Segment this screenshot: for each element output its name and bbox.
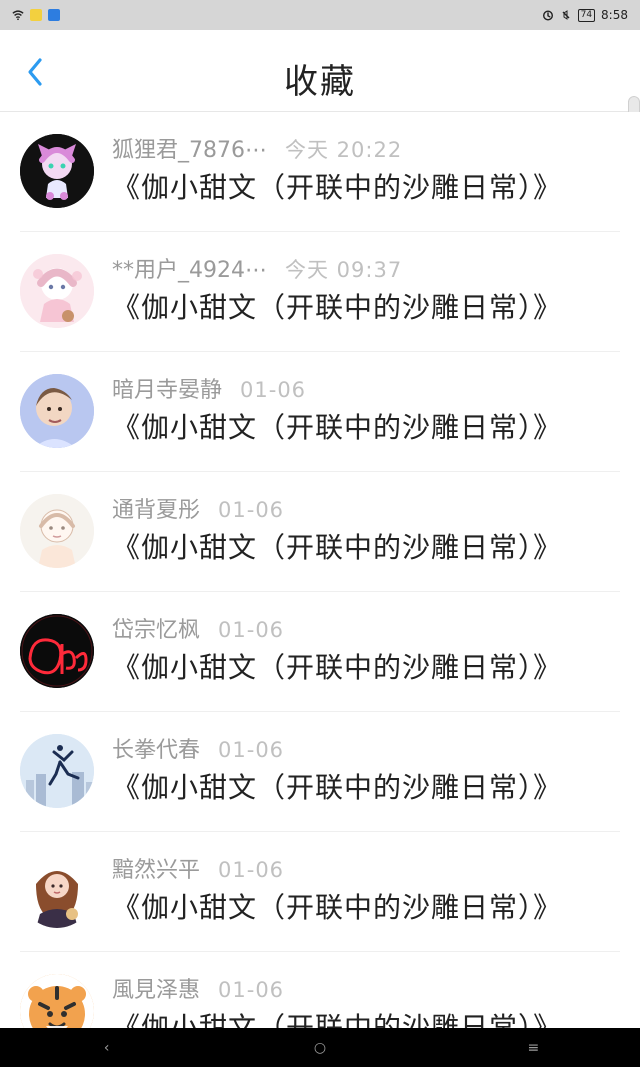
nav-home-icon: ○ <box>313 1039 327 1056</box>
favorites-list: 狐狸君_7876⋯ 今天 20:22 《伽小甜文（开联中的沙雕日常）》 **用户… <box>0 112 640 1028</box>
status-right-icons: 74 8:58 <box>542 8 628 22</box>
timestamp: 今天 09:37 <box>285 258 403 282</box>
item-title[interactable]: 《伽小甜文（开联中的沙雕日常）》 <box>112 886 620 926</box>
item-title[interactable]: 《伽小甜文（开联中的沙雕日常）》 <box>112 526 620 566</box>
item-meta: **用户_4924⋯ 今天 09:37 <box>112 252 620 284</box>
item-title[interactable]: 《伽小甜文（开联中的沙雕日常）》 <box>112 286 620 326</box>
status-bar: 74 8:58 <box>0 0 640 30</box>
item-meta: 黯然兴平 01-06 <box>112 852 620 884</box>
timestamp: 01-06 <box>218 498 285 522</box>
item-title[interactable]: 《伽小甜文（开联中的沙雕日常）》 <box>112 646 620 686</box>
status-left-icons <box>12 9 60 21</box>
username[interactable]: 岱宗忆枫 <box>112 612 200 644</box>
nav-recents-icon: ≡ <box>527 1039 540 1056</box>
tiger-avatar <box>20 974 94 1028</box>
username[interactable]: 風見泽惠 <box>112 972 200 1004</box>
page-title: 收藏 <box>284 62 356 102</box>
timestamp: 01-06 <box>218 738 285 762</box>
avatar[interactable] <box>20 614 94 688</box>
cartoon-girl-brown-hair-avatar <box>20 854 94 928</box>
item-meta: 长拳代春 01-06 <box>112 732 620 764</box>
avatar[interactable] <box>20 854 94 928</box>
status-time: 8:58 <box>601 8 628 22</box>
battery-indicator: 74 <box>577 8 596 22</box>
list-item[interactable]: 黯然兴平 01-06 《伽小甜文（开联中的沙雕日常）》 <box>0 832 640 952</box>
username[interactable]: **用户_4924⋯ <box>112 252 267 284</box>
avatar[interactable] <box>20 254 94 328</box>
username[interactable]: 暗月寺晏静 <box>112 372 222 404</box>
mute-icon <box>560 9 572 21</box>
list-item[interactable]: 长拳代春 01-06 《伽小甜文（开联中的沙雕日常）》 <box>0 712 640 832</box>
nav-home-button[interactable]: ○ <box>270 1040 370 1056</box>
list-item[interactable]: 岱宗忆枫 01-06 《伽小甜文（开联中的沙雕日常）》 <box>0 592 640 712</box>
username[interactable]: 长拳代春 <box>112 732 200 764</box>
item-meta: 通背夏彤 01-06 <box>112 492 620 524</box>
timestamp: 01-06 <box>218 858 285 882</box>
avatar[interactable] <box>20 734 94 808</box>
jumping-person-city-avatar <box>20 734 94 808</box>
list-item[interactable]: 暗月寺晏静 01-06 《伽小甜文（开联中的沙雕日常）》 <box>0 352 640 472</box>
username[interactable]: 黯然兴平 <box>112 852 200 884</box>
nav-back-button[interactable]: ‹ <box>57 1040 157 1056</box>
avatar[interactable] <box>20 494 94 568</box>
timestamp: 今天 20:22 <box>285 138 403 162</box>
item-title[interactable]: 《伽小甜文（开联中的沙雕日常）》 <box>112 166 620 206</box>
header: 收藏 <box>0 30 640 112</box>
item-title[interactable]: 《伽小甜文（开联中的沙雕日常）》 <box>112 406 620 446</box>
item-meta: 暗月寺晏静 01-06 <box>112 372 620 404</box>
item-title[interactable]: 《伽小甜文（开联中的沙雕日常）》 <box>112 766 620 806</box>
anime-girl-pastel-avatar <box>20 254 94 328</box>
item-meta: 風見泽惠 01-06 <box>112 972 620 1004</box>
neon-open-sign-avatar <box>20 614 94 688</box>
timestamp: 01-06 <box>240 378 307 402</box>
nav-recents-button[interactable]: ≡ <box>483 1040 583 1056</box>
item-title[interactable]: 《伽小甜文（开联中的沙雕日常）》 <box>112 1006 620 1028</box>
sketch-girl-avatar <box>20 494 94 568</box>
notification-app-icon <box>48 9 60 21</box>
alarm-icon <box>542 9 554 21</box>
avatar[interactable] <box>20 374 94 448</box>
item-meta: 狐狸君_7876⋯ 今天 20:22 <box>112 132 620 164</box>
boy-portrait-avatar <box>20 374 94 448</box>
wifi-icon <box>12 9 24 21</box>
username[interactable]: 狐狸君_7876⋯ <box>112 132 267 164</box>
sim-icon <box>30 9 42 21</box>
timestamp: 01-06 <box>218 978 285 1002</box>
system-nav-bar: ‹ ○ ≡ <box>0 1028 640 1067</box>
list-item[interactable]: **用户_4924⋯ 今天 09:37 《伽小甜文（开联中的沙雕日常）》 <box>0 232 640 352</box>
item-meta: 岱宗忆枫 01-06 <box>112 612 620 644</box>
avatar[interactable] <box>20 974 94 1028</box>
avatar[interactable] <box>20 134 94 208</box>
nav-back-icon: ‹ <box>103 1039 110 1056</box>
list-item[interactable]: 通背夏彤 01-06 《伽小甜文（开联中的沙雕日常）》 <box>0 472 640 592</box>
timestamp: 01-06 <box>218 618 285 642</box>
list-item[interactable]: 風見泽惠 01-06 《伽小甜文（开联中的沙雕日常）》 <box>0 952 640 1028</box>
list-item[interactable]: 狐狸君_7876⋯ 今天 20:22 《伽小甜文（开联中的沙雕日常）》 <box>0 112 640 232</box>
anime-cat-girl-avatar <box>20 134 94 208</box>
username[interactable]: 通背夏彤 <box>112 492 200 524</box>
